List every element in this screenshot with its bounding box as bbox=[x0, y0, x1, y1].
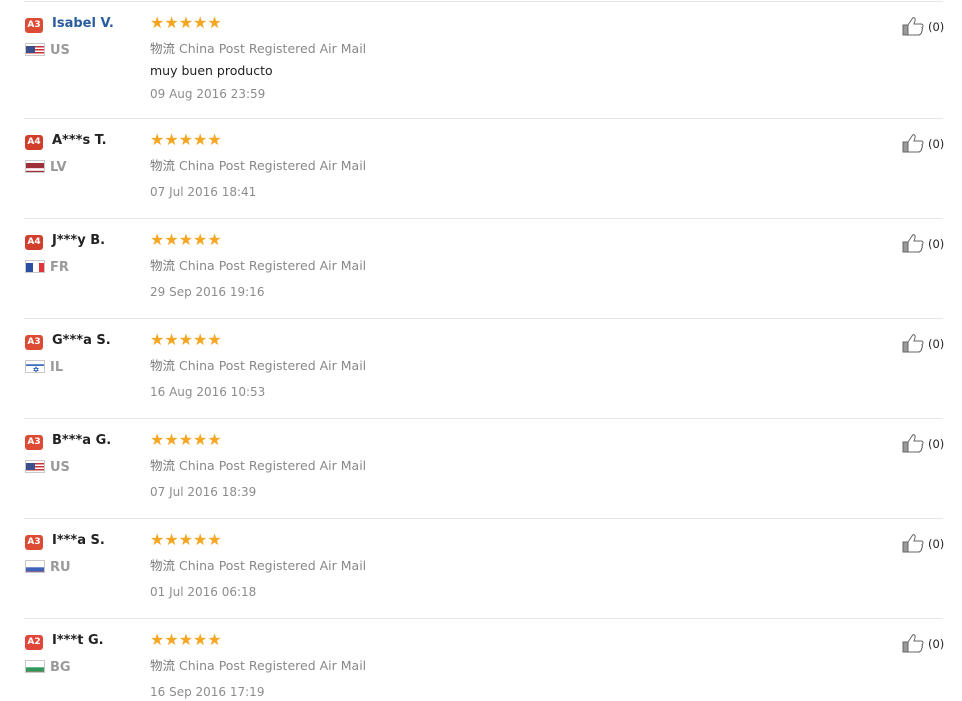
flag-us-icon bbox=[25, 43, 45, 56]
buyer-name[interactable]: Isabel V. bbox=[52, 16, 114, 31]
buyer-name: I***t G. bbox=[52, 633, 104, 648]
review-date: 07 Jul 2016 18:39 bbox=[150, 485, 257, 499]
review-date: 09 Aug 2016 23:59 bbox=[150, 87, 266, 101]
review-item: A3 B***a G. US ★★★★★ 物流 China Post Regist… bbox=[0, 418, 962, 519]
logistics-info: 物流 China Post Registered Air Mail bbox=[150, 255, 366, 274]
logistics-info: 物流 China Post Registered Air Mail bbox=[150, 655, 366, 674]
review-item: A3 I***a S. RU ★★★★★ 物流 China Post Regist… bbox=[0, 518, 962, 619]
logistics-label: 物流 bbox=[150, 41, 176, 56]
logistics-info: 物流 China Post Registered Air Mail bbox=[150, 455, 366, 474]
logistics-method: China Post Registered Air Mail bbox=[179, 41, 367, 56]
logistics-label: 物流 bbox=[150, 458, 176, 473]
thumbs-up-icon bbox=[902, 134, 924, 153]
thumbs-up-icon bbox=[902, 434, 924, 453]
logistics-method: China Post Registered Air Mail bbox=[179, 258, 367, 273]
logistics-info: 物流 China Post Registered Air Mail bbox=[150, 355, 366, 374]
buyer-country: RU bbox=[50, 560, 71, 575]
buyer-country: US bbox=[50, 43, 70, 58]
logistics-label: 物流 bbox=[150, 658, 176, 673]
review-date: 16 Aug 2016 10:53 bbox=[150, 385, 266, 399]
review-date: 16 Sep 2016 17:19 bbox=[150, 685, 265, 699]
logistics-method: China Post Registered Air Mail bbox=[179, 458, 367, 473]
helpful-count: (0) bbox=[928, 537, 945, 551]
logistics-label: 物流 bbox=[150, 558, 176, 573]
rating-stars: ★★★★★ bbox=[150, 130, 222, 149]
buyer-country: LV bbox=[50, 160, 67, 175]
flag-lv-icon bbox=[25, 160, 45, 173]
review-item: A3 Isabel V. US ★★★★★ 物流 China Post Regis… bbox=[0, 0, 962, 119]
buyer-level-badge: A3 bbox=[25, 435, 43, 450]
flag-fr-icon bbox=[25, 260, 45, 273]
helpful-count: (0) bbox=[928, 237, 945, 251]
logistics-info: 物流 China Post Registered Air Mail bbox=[150, 555, 366, 574]
buyer-country: BG bbox=[50, 660, 71, 675]
rating-stars: ★★★★★ bbox=[150, 630, 222, 649]
logistics-method: China Post Registered Air Mail bbox=[179, 658, 367, 673]
review-text: muy buen producto bbox=[150, 63, 273, 78]
buyer-level-badge: A3 bbox=[25, 535, 43, 550]
rating-stars: ★★★★★ bbox=[150, 230, 222, 249]
logistics-method: China Post Registered Air Mail bbox=[179, 358, 367, 373]
thumbs-up-icon bbox=[902, 534, 924, 553]
logistics-label: 物流 bbox=[150, 158, 176, 173]
buyer-level-badge: A3 bbox=[25, 18, 43, 33]
logistics-label: 物流 bbox=[150, 258, 176, 273]
logistics-label: 物流 bbox=[150, 358, 176, 373]
buyer-name: G***a S. bbox=[52, 333, 111, 348]
logistics-method: China Post Registered Air Mail bbox=[179, 558, 367, 573]
buyer-name: A***s T. bbox=[52, 133, 107, 148]
thumbs-up-icon bbox=[902, 634, 924, 653]
review-item: A4 J***y B. FR ★★★★★ 物流 China Post Regist… bbox=[0, 218, 962, 319]
helpful-count: (0) bbox=[928, 337, 945, 351]
buyer-level-badge: A3 bbox=[25, 335, 43, 350]
buyer-level-badge: A4 bbox=[25, 235, 43, 250]
logistics-method: China Post Registered Air Mail bbox=[179, 158, 367, 173]
buyer-level-badge: A2 bbox=[25, 635, 43, 650]
thumbs-up-icon bbox=[902, 334, 924, 353]
buyer-country: IL bbox=[50, 360, 64, 375]
helpful-count: (0) bbox=[928, 437, 945, 451]
rating-stars: ★★★★★ bbox=[150, 430, 222, 449]
thumbs-up-icon bbox=[902, 17, 924, 36]
rating-stars: ★★★★★ bbox=[150, 530, 222, 549]
buyer-name: J***y B. bbox=[52, 233, 106, 248]
review-item: A2 I***t G. BG ★★★★★ 物流 China Post Regist… bbox=[0, 618, 962, 701]
thumbs-up-icon bbox=[902, 234, 924, 253]
buyer-country: US bbox=[50, 460, 70, 475]
review-date: 07 Jul 2016 18:41 bbox=[150, 185, 257, 199]
logistics-info: 物流 China Post Registered Air Mail bbox=[150, 155, 366, 174]
review-item: A3 G***a S. IL ★★★★★ 物流 China Post Regist… bbox=[0, 318, 962, 419]
buyer-level-badge: A4 bbox=[25, 135, 43, 150]
rating-stars: ★★★★★ bbox=[150, 13, 222, 32]
logistics-info: 物流 China Post Registered Air Mail bbox=[150, 38, 366, 57]
helpful-count: (0) bbox=[928, 137, 945, 151]
buyer-country: FR bbox=[50, 260, 69, 275]
review-date: 01 Jul 2016 06:18 bbox=[150, 585, 257, 599]
flag-il-icon bbox=[25, 360, 45, 373]
flag-us-icon bbox=[25, 460, 45, 473]
feedback-list: A3 Isabel V. US ★★★★★ 物流 China Post Regis… bbox=[0, 0, 962, 701]
flag-bg-icon bbox=[25, 660, 45, 673]
review-item: A4 A***s T. LV ★★★★★ 物流 China Post Regist… bbox=[0, 118, 962, 219]
buyer-name: I***a S. bbox=[52, 533, 105, 548]
review-date: 29 Sep 2016 19:16 bbox=[150, 285, 265, 299]
rating-stars: ★★★★★ bbox=[150, 330, 222, 349]
helpful-count: (0) bbox=[928, 637, 945, 651]
flag-ru-icon bbox=[25, 560, 45, 573]
buyer-name: B***a G. bbox=[52, 433, 112, 448]
helpful-count: (0) bbox=[928, 20, 945, 34]
